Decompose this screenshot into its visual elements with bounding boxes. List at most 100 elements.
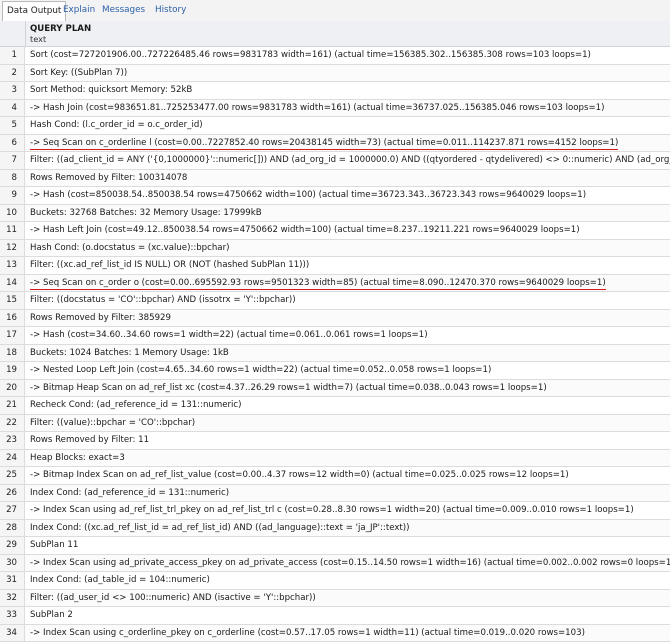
query-plan-cell[interactable]: Index Cond: ((xc.ad_ref_list_id = ad_ref… [30,520,670,537]
table-row[interactable]: 4 -> Hash Join (cost=983651.81..725253477… [0,100,670,118]
table-row[interactable]: 23 Rows Removed by Filter: 11 [0,432,670,450]
row-number[interactable]: 20 [0,380,25,397]
row-number[interactable]: 3 [0,82,25,99]
row-number[interactable]: 11 [0,222,25,239]
query-plan-cell[interactable]: Filter: ((ad_user_id <> 100::numeric) AN… [30,590,670,607]
table-row[interactable]: 33 SubPlan 2 [0,607,670,625]
row-number[interactable]: 13 [0,257,25,274]
row-number[interactable]: 16 [0,310,25,327]
query-plan-cell[interactable]: Rows Removed by Filter: 385929 [30,310,670,327]
row-number[interactable]: 9 [0,187,25,204]
row-number[interactable]: 1 [0,47,25,64]
query-plan-cell[interactable]: -> Index Scan using c_orderline_pkey on … [30,625,670,642]
row-number[interactable]: 34 [0,625,25,642]
row-number[interactable]: 28 [0,520,25,537]
row-number[interactable]: 19 [0,362,25,379]
query-plan-cell[interactable]: -> Hash Join (cost=983651.81..725253477.… [30,100,670,117]
table-row[interactable]: 3 Sort Method: quicksort Memory: 52kB [0,82,670,100]
query-plan-cell[interactable]: Filter: ((docstatus = 'CO'::bpchar) AND … [30,292,670,309]
query-plan-cell[interactable]: -> Nested Loop Left Join (cost=4.65..34.… [30,362,670,379]
table-row[interactable]: 9 -> Hash (cost=850038.54..850038.54 rows… [0,187,670,205]
row-number[interactable]: 5 [0,117,25,134]
query-plan-cell[interactable]: Filter: ((xc.ad_ref_list_id IS NULL) OR … [30,257,670,274]
column-header-name[interactable]: QUERY PLAN [30,24,91,34]
table-row[interactable]: 12 Hash Cond: (o.docstatus = (xc.value)::… [0,240,670,258]
query-plan-cell[interactable]: Filter: ((ad_client_id = ANY ('{0,100000… [30,152,670,169]
row-number[interactable]: 29 [0,537,25,554]
table-row[interactable]: 13 Filter: ((xc.ad_ref_list_id IS NULL) O… [0,257,670,275]
table-row[interactable]: 10 Buckets: 32768 Batches: 32 Memory Usag… [0,205,670,223]
query-plan-cell[interactable]: -> Bitmap Heap Scan on ad_ref_list xc (c… [30,380,670,397]
table-row[interactable]: 19 -> Nested Loop Left Join (cost=4.65..3… [0,362,670,380]
table-row[interactable]: 30-> Index Scan using ad_private_access_… [0,555,670,573]
table-row[interactable]: 31 Index Cond: (ad_table_id = 104::numeri… [0,572,670,590]
query-plan-cell[interactable]: -> Bitmap Index Scan on ad_ref_list_valu… [30,467,670,484]
query-plan-cell[interactable]: Filter: ((value)::bpchar = 'CO'::bpchar) [30,415,670,432]
table-row[interactable]: 8 Rows Removed by Filter: 100314078 [0,170,670,188]
query-plan-cell[interactable]: Index Cond: (ad_table_id = 104::numeric) [30,572,670,589]
query-plan-cell[interactable]: SubPlan 11 [30,537,670,554]
row-number[interactable]: 10 [0,205,25,222]
row-number[interactable]: 6 [0,135,25,152]
table-row[interactable]: 1 Sort (cost=727201906.00..727226485.46 r… [0,47,670,65]
row-number[interactable]: 17 [0,327,25,344]
row-number[interactable]: 33 [0,607,25,624]
table-row[interactable]: 14-> Seq Scan on c_order o (cost=0.00..6… [0,275,670,293]
table-row[interactable]: 24Heap Blocks: exact=3 [0,450,670,468]
query-plan-cell[interactable]: Buckets: 32768 Batches: 32 Memory Usage:… [30,205,670,222]
row-number-header[interactable] [0,21,26,46]
row-number[interactable]: 25 [0,467,25,484]
query-plan-cell[interactable]: Rows Removed by Filter: 11 [30,432,670,449]
row-number[interactable]: 18 [0,345,25,362]
table-row[interactable]: 18 Buckets: 1024 Batches: 1 Memory Usage:… [0,345,670,363]
query-plan-cell[interactable]: SubPlan 2 [30,607,670,624]
query-plan-cell[interactable]: -> Index Scan using ad_ref_list_trl_pkey… [30,502,670,519]
row-number[interactable]: 14 [0,275,25,292]
query-plan-cell[interactable]: Heap Blocks: exact=3 [30,450,670,467]
table-row[interactable]: 6-> Seq Scan on c_orderline l (cost=0.00… [0,135,670,153]
row-number[interactable]: 22 [0,415,25,432]
table-row[interactable]: 15 Filter: ((docstatus = 'CO'::bpchar) AN… [0,292,670,310]
row-number[interactable]: 7 [0,152,25,169]
query-plan-cell[interactable]: Hash Cond: (o.docstatus = (xc.value)::bp… [30,240,670,257]
table-row[interactable]: 5 Hash Cond: (l.c_order_id = o.c_order_id… [0,117,670,135]
query-plan-cell[interactable]: Rows Removed by Filter: 100314078 [30,170,670,187]
table-row[interactable]: 11 -> Hash Left Join (cost=49.12..850038.… [0,222,670,240]
row-number[interactable]: 15 [0,292,25,309]
tab-history[interactable]: History [151,2,190,19]
query-plan-cell[interactable]: -> Hash Left Join (cost=49.12..850038.54… [30,222,670,239]
query-plan-cell[interactable]: Hash Cond: (l.c_order_id = o.c_order_id) [30,117,670,134]
table-row[interactable]: 27 -> Index Scan using ad_ref_list_trl_pk… [0,502,670,520]
row-number[interactable]: 2 [0,65,25,82]
query-plan-cell[interactable]: -> Index Scan using ad_private_access_pk… [30,555,670,572]
query-plan-cell[interactable]: Sort (cost=727201906.00..727226485.46 ro… [30,47,670,64]
table-row[interactable]: 17-> Hash (cost=34.60..34.60 rows=1 widt… [0,327,670,345]
table-row[interactable]: 34 -> Index Scan using c_orderline_pkey o… [0,625,670,642]
row-number[interactable]: 32 [0,590,25,607]
row-number[interactable]: 4 [0,100,25,117]
table-row[interactable]: 28 Index Cond: ((xc.ad_ref_list_id = ad_r… [0,520,670,538]
tab-messages[interactable]: Messages [98,2,149,19]
query-plan-cell[interactable]: -> Hash (cost=850038.54..850038.54 rows=… [30,187,670,204]
table-row[interactable]: 26 Index Cond: (ad_reference_id = 131::nu… [0,485,670,503]
query-plan-cell[interactable]: Sort Method: quicksort Memory: 52kB [30,82,670,99]
table-row[interactable]: 21Recheck Cond: (ad_reference_id = 131::… [0,397,670,415]
query-plan-cell[interactable]: Index Cond: (ad_reference_id = 131::nume… [30,485,670,502]
tab-explain[interactable]: Explain [59,2,99,19]
row-number[interactable]: 23 [0,432,25,449]
query-plan-cell[interactable]: Buckets: 1024 Batches: 1 Memory Usage: 1… [30,345,670,362]
table-row[interactable]: 32 Filter: ((ad_user_id <> 100::numeric) … [0,590,670,608]
row-number[interactable]: 12 [0,240,25,257]
table-row[interactable]: 2 Sort Key: ((SubPlan 7)) [0,65,670,83]
table-row[interactable]: 29 SubPlan 11 [0,537,670,555]
row-number[interactable]: 27 [0,502,25,519]
table-row[interactable]: 20 -> Bitmap Heap Scan on ad_ref_list xc … [0,380,670,398]
tab-data-output[interactable]: Data Output [2,1,66,22]
query-plan-cell[interactable]: Sort Key: ((SubPlan 7)) [30,65,670,82]
table-row[interactable]: 25 -> Bitmap Index Scan on ad_ref_list_va… [0,467,670,485]
table-row[interactable]: 22 Filter: ((value)::bpchar = 'CO'::bpcha… [0,415,670,433]
row-number[interactable]: 8 [0,170,25,187]
row-number[interactable]: 31 [0,572,25,589]
row-number[interactable]: 21 [0,397,25,414]
row-number[interactable]: 26 [0,485,25,502]
